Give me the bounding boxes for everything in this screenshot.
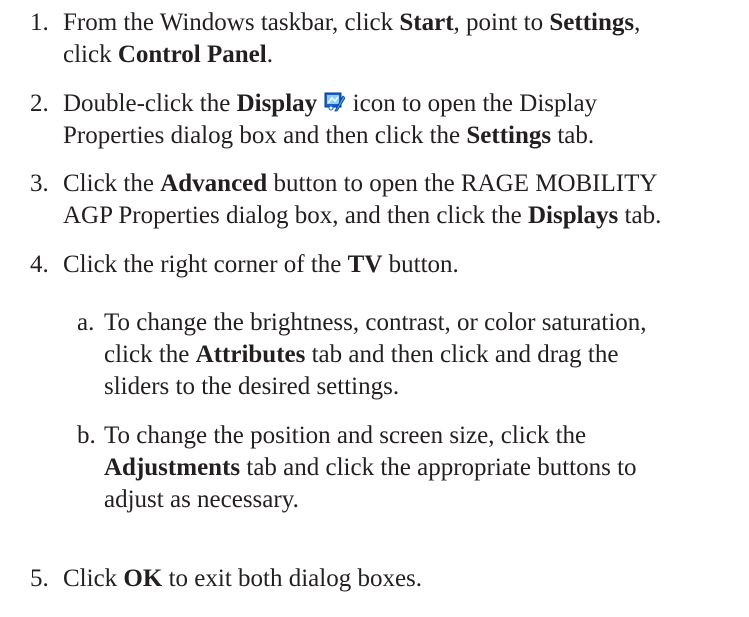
term-start: Start: [399, 9, 454, 36]
step-text: From the Windows taskbar, click Start, p…: [63, 9, 641, 68]
step-number: 1.: [30, 9, 49, 36]
substep-b: b. To change the position and screen siz…: [77, 420, 745, 516]
step-number: 5.: [30, 565, 49, 592]
substep-a: a. To change the brightness, contrast, o…: [77, 307, 745, 403]
step-text: Double-click the Display icon to open th…: [63, 89, 598, 149]
term-ok: OK: [123, 565, 163, 592]
step-1: 1. From the Windows taskbar, click Start…: [30, 7, 745, 71]
substep-letter: a.: [77, 309, 95, 336]
term-control-panel: Control Panel: [117, 41, 267, 68]
step-2: 2. Double-click the Display icon to open…: [30, 88, 745, 152]
term-advanced: Advanced: [160, 170, 268, 197]
step-text: Click the Advanced button to open the RA…: [63, 170, 662, 229]
step-number: 3.: [30, 170, 49, 197]
step-text: Click the right corner of the TV button.: [63, 251, 459, 278]
substep-text: To change the brightness, contrast, or c…: [104, 309, 647, 400]
term-tv: TV: [347, 251, 383, 278]
term-adjustments: Adjustments: [104, 454, 241, 481]
term-settings: Settings: [549, 9, 635, 36]
instruction-page: 1. From the Windows taskbar, click Start…: [0, 0, 749, 617]
term-displays: Displays: [527, 202, 619, 229]
term-settings-tab: Settings: [466, 122, 552, 149]
display-properties-icon: [324, 89, 346, 112]
substep-letter: b.: [77, 422, 96, 449]
step-number: 4.: [30, 251, 49, 278]
step-number: 2.: [30, 90, 49, 117]
step-4: 4. Click the right corner of the TV butt…: [30, 249, 745, 281]
step-text: Click OK to exit both dialog boxes.: [63, 565, 423, 592]
term-display: Display: [236, 90, 318, 117]
step-5: 5. Click OK to exit both dialog boxes.: [30, 563, 745, 595]
term-attributes: Attributes: [195, 341, 306, 368]
step-3: 3. Click the Advanced button to open the…: [30, 168, 745, 232]
substep-text: To change the position and screen size, …: [104, 422, 637, 513]
